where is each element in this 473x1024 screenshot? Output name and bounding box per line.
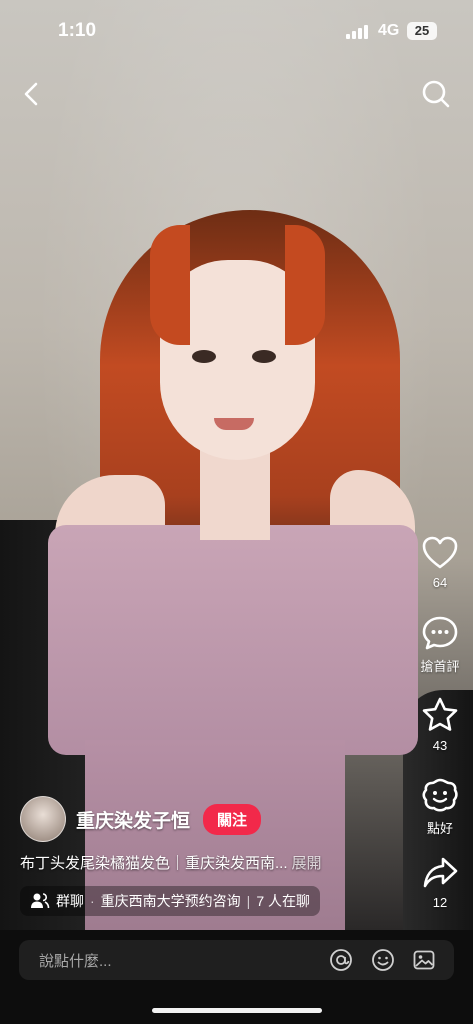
comment-icon: [422, 616, 458, 650]
author-row: 重庆染发子恒 關注: [20, 796, 262, 842]
share-button[interactable]: 12: [412, 855, 468, 910]
dot-separator: ·: [90, 893, 95, 909]
comment-input-box: [19, 940, 454, 982]
avatar[interactable]: [20, 796, 66, 842]
group-chat-count: 7 人在聊: [256, 893, 310, 909]
people-icon: [31, 893, 50, 909]
home-indicator: [152, 1008, 322, 1013]
post-caption[interactable]: 布丁头发尾染橘猫发色｜重庆染发西南... 展開: [20, 852, 322, 873]
battery-icon: 25: [407, 22, 437, 40]
comment-label: 搶首評: [420, 659, 460, 674]
search-icon: [422, 80, 450, 108]
like-count: 64: [432, 575, 448, 590]
group-chat-label: 群聊: [56, 893, 84, 909]
status-bar: 1:10 4G 25: [0, 0, 473, 62]
status-time: 1:10: [58, 20, 97, 41]
mention-icon[interactable]: [329, 948, 353, 972]
reaction-button[interactable]: 點好: [412, 776, 468, 837]
top-garment: [48, 525, 418, 755]
emoji-icon[interactable]: [371, 948, 395, 972]
group-chat-title: 重庆西南大学预约咨询: [100, 893, 241, 909]
image-icon[interactable]: [412, 948, 436, 972]
eye-left: [192, 350, 216, 363]
signal-icon: [346, 25, 368, 39]
favorite-count: 43: [432, 738, 448, 753]
eye-right: [252, 350, 276, 363]
network-label: 4G: [378, 22, 400, 39]
search-button[interactable]: [418, 76, 454, 112]
reaction-icon: [422, 778, 458, 812]
mouth: [214, 418, 254, 430]
heart-icon: [422, 536, 458, 569]
comment-input[interactable]: [19, 940, 321, 982]
post-photo[interactable]: [0, 0, 473, 930]
reaction-label: 點好: [426, 821, 453, 836]
expand-link[interactable]: 展開: [292, 855, 322, 872]
group-chat-chip[interactable]: 群聊 · 重庆西南大学预约咨询 | 7 人在聊: [20, 886, 320, 916]
favorite-button[interactable]: 43: [412, 696, 468, 753]
author-name[interactable]: 重庆染发子恒: [76, 806, 190, 833]
back-button[interactable]: [14, 76, 50, 112]
star-icon: [422, 697, 458, 731]
like-button[interactable]: 64: [412, 535, 468, 590]
share-count: 12: [432, 895, 448, 910]
comment-button[interactable]: 搶首評: [412, 614, 468, 675]
bar-separator: |: [246, 893, 251, 909]
bottom-bar: [0, 930, 473, 1024]
chevron-left-icon: [24, 82, 38, 106]
follow-button[interactable]: 關注: [203, 803, 262, 835]
bang-right: [285, 225, 325, 345]
caption-text: 布丁头发尾染橘猫发色｜重庆染发西南...: [20, 855, 288, 872]
share-icon: [423, 857, 458, 888]
bang-left: [150, 225, 190, 345]
